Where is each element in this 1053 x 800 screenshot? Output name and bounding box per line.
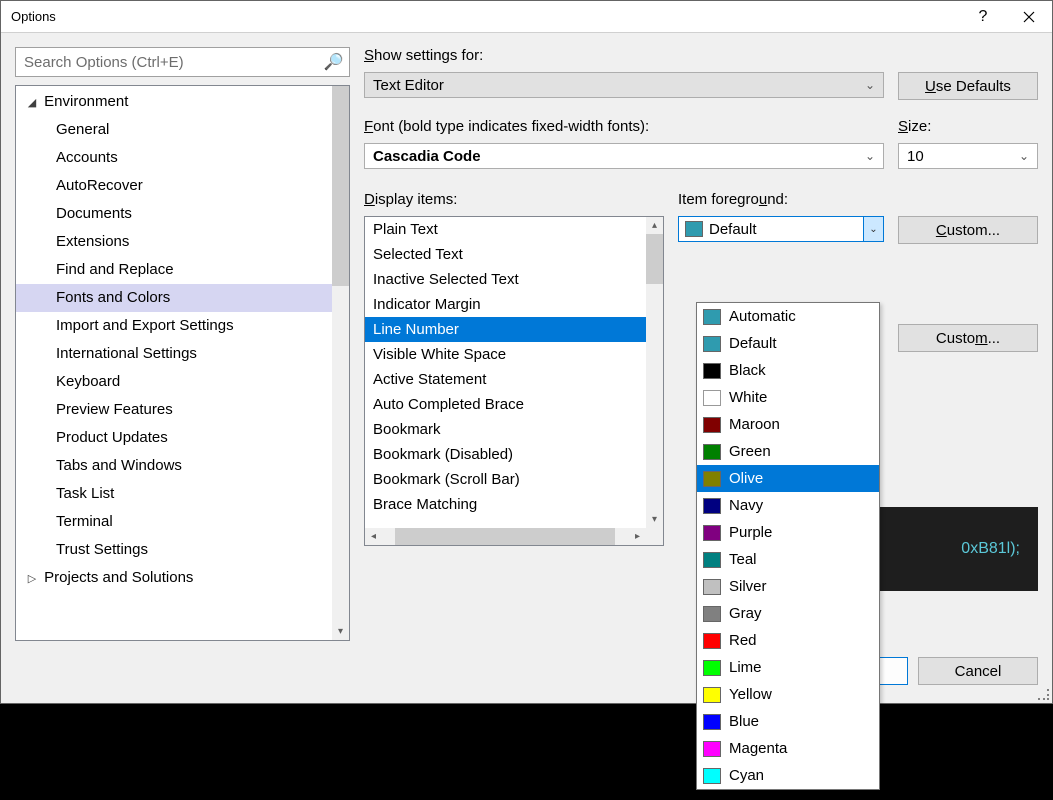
color-option[interactable]: Yellow xyxy=(697,681,879,708)
item-foreground-dropdown[interactable]: Default ⌄ xyxy=(678,216,884,242)
use-defaults-button[interactable]: Use Defaults xyxy=(898,72,1038,100)
show-settings-label: how settings for: xyxy=(374,47,483,64)
chevron-down-icon: ⌄ xyxy=(865,149,875,163)
show-settings-value: Text Editor xyxy=(373,77,444,94)
tree-item[interactable]: Documents xyxy=(16,200,349,228)
tree-item[interactable]: Accounts xyxy=(16,144,349,172)
window-title: Options xyxy=(11,9,56,24)
resize-grip[interactable] xyxy=(1038,689,1050,701)
tree-item[interactable]: Preview Features xyxy=(16,396,349,424)
tree-item[interactable]: Product Updates xyxy=(16,424,349,452)
display-item[interactable]: Line Number xyxy=(365,317,646,342)
tree-item[interactable]: Find and Replace xyxy=(16,256,349,284)
category-tree[interactable]: ◢ EnvironmentGeneralAccountsAutoRecoverD… xyxy=(15,85,350,641)
display-item[interactable]: Plain Text xyxy=(365,217,646,242)
tree-item[interactable]: Extensions xyxy=(16,228,349,256)
color-option[interactable]: Cyan xyxy=(697,762,879,789)
display-item[interactable]: Active Statement xyxy=(365,367,646,392)
display-item[interactable]: Auto Completed Brace xyxy=(365,392,646,417)
color-option[interactable]: White xyxy=(697,384,879,411)
color-option[interactable]: Navy xyxy=(697,492,879,519)
close-button[interactable] xyxy=(1006,1,1052,33)
font-value: Cascadia Code xyxy=(373,148,481,165)
item-foreground-value: Default xyxy=(709,221,863,238)
color-option[interactable]: Default xyxy=(697,330,879,357)
color-option[interactable]: Teal xyxy=(697,546,879,573)
tree-item[interactable]: International Settings xyxy=(16,340,349,368)
custom-foreground-button[interactable]: Custom... xyxy=(898,216,1038,244)
tree-root-environment[interactable]: ◢ Environment xyxy=(16,88,349,116)
foreground-swatch xyxy=(685,221,703,237)
display-item[interactable]: Bookmark xyxy=(365,417,646,442)
tree-item[interactable]: Keyboard xyxy=(16,368,349,396)
color-option[interactable]: Automatic xyxy=(697,303,879,330)
display-item[interactable]: Selected Text xyxy=(365,242,646,267)
color-option[interactable]: Silver xyxy=(697,573,879,600)
tree-scrollbar[interactable]: ▴ ▾ xyxy=(332,86,349,640)
tree-item[interactable]: AutoRecover xyxy=(16,172,349,200)
color-option[interactable]: Purple xyxy=(697,519,879,546)
size-dropdown[interactable]: 10 ⌄ xyxy=(898,143,1038,169)
listbox-hscroll[interactable]: ◂▸ xyxy=(365,528,646,545)
help-button[interactable]: ? xyxy=(960,1,1006,33)
tree-item[interactable]: Fonts and Colors xyxy=(16,284,349,312)
tree-item[interactable]: Tabs and Windows xyxy=(16,452,349,480)
color-option[interactable]: Lime xyxy=(697,654,879,681)
display-item[interactable]: Visible White Space xyxy=(365,342,646,367)
tree-item[interactable]: General xyxy=(16,116,349,144)
dialog-footer: OK Cancel xyxy=(1,653,1052,703)
tree-item[interactable]: Trust Settings xyxy=(16,536,349,564)
item-foreground-label: Item foreground: xyxy=(678,191,884,208)
display-item[interactable]: Indicator Margin xyxy=(365,292,646,317)
cancel-button[interactable]: Cancel xyxy=(918,657,1038,685)
search-input[interactable] xyxy=(15,47,350,77)
options-dialog: Options ? 🔍 ◢ EnvironmentGeneralAccounts… xyxy=(0,0,1053,704)
color-option[interactable]: Green xyxy=(697,438,879,465)
color-option[interactable]: Blue xyxy=(697,708,879,735)
chevron-down-icon: ⌄ xyxy=(863,217,883,241)
color-option[interactable]: Magenta xyxy=(697,735,879,762)
display-item[interactable]: Brace Matching xyxy=(365,492,646,517)
display-item[interactable]: Bookmark (Disabled) xyxy=(365,442,646,467)
display-item[interactable]: Bookmark (Scroll Bar) xyxy=(365,467,646,492)
left-pane: 🔍 ◢ EnvironmentGeneralAccountsAutoRecove… xyxy=(15,47,350,641)
show-settings-dropdown[interactable]: Text Editor ⌄ xyxy=(364,72,884,98)
font-label-rest: ont (bold type indicates fixed-width fon… xyxy=(373,118,649,135)
tree-item[interactable]: Task List xyxy=(16,480,349,508)
content-area: 🔍 ◢ EnvironmentGeneralAccountsAutoRecove… xyxy=(1,33,1052,653)
chevron-down-icon: ⌄ xyxy=(865,78,875,92)
color-option[interactable]: Red xyxy=(697,627,879,654)
color-option[interactable]: Black xyxy=(697,357,879,384)
custom-background-button[interactable]: Custom... xyxy=(898,324,1038,352)
color-option[interactable]: Gray xyxy=(697,600,879,627)
tree-item[interactable]: Import and Export Settings xyxy=(16,312,349,340)
color-option[interactable]: Maroon xyxy=(697,411,879,438)
search-icon: 🔍 xyxy=(324,52,344,72)
color-option[interactable]: Olive xyxy=(697,465,879,492)
display-items-listbox[interactable]: Plain TextSelected TextInactive Selected… xyxy=(364,216,664,546)
size-value: 10 xyxy=(907,148,924,165)
chevron-down-icon: ⌄ xyxy=(1019,149,1029,163)
tree-item[interactable]: Terminal xyxy=(16,508,349,536)
display-item[interactable]: Inactive Selected Text xyxy=(365,267,646,292)
font-dropdown[interactable]: Cascadia Code ⌄ xyxy=(364,143,884,169)
close-icon xyxy=(1023,11,1035,23)
color-dropdown-popup[interactable]: AutomaticDefaultBlackWhiteMaroonGreenOli… xyxy=(696,302,880,790)
tree-root-projects[interactable]: ▷ Projects and Solutions xyxy=(16,564,349,592)
titlebar: Options ? xyxy=(1,1,1052,33)
listbox-vscroll[interactable]: ▴▾ xyxy=(646,217,663,528)
